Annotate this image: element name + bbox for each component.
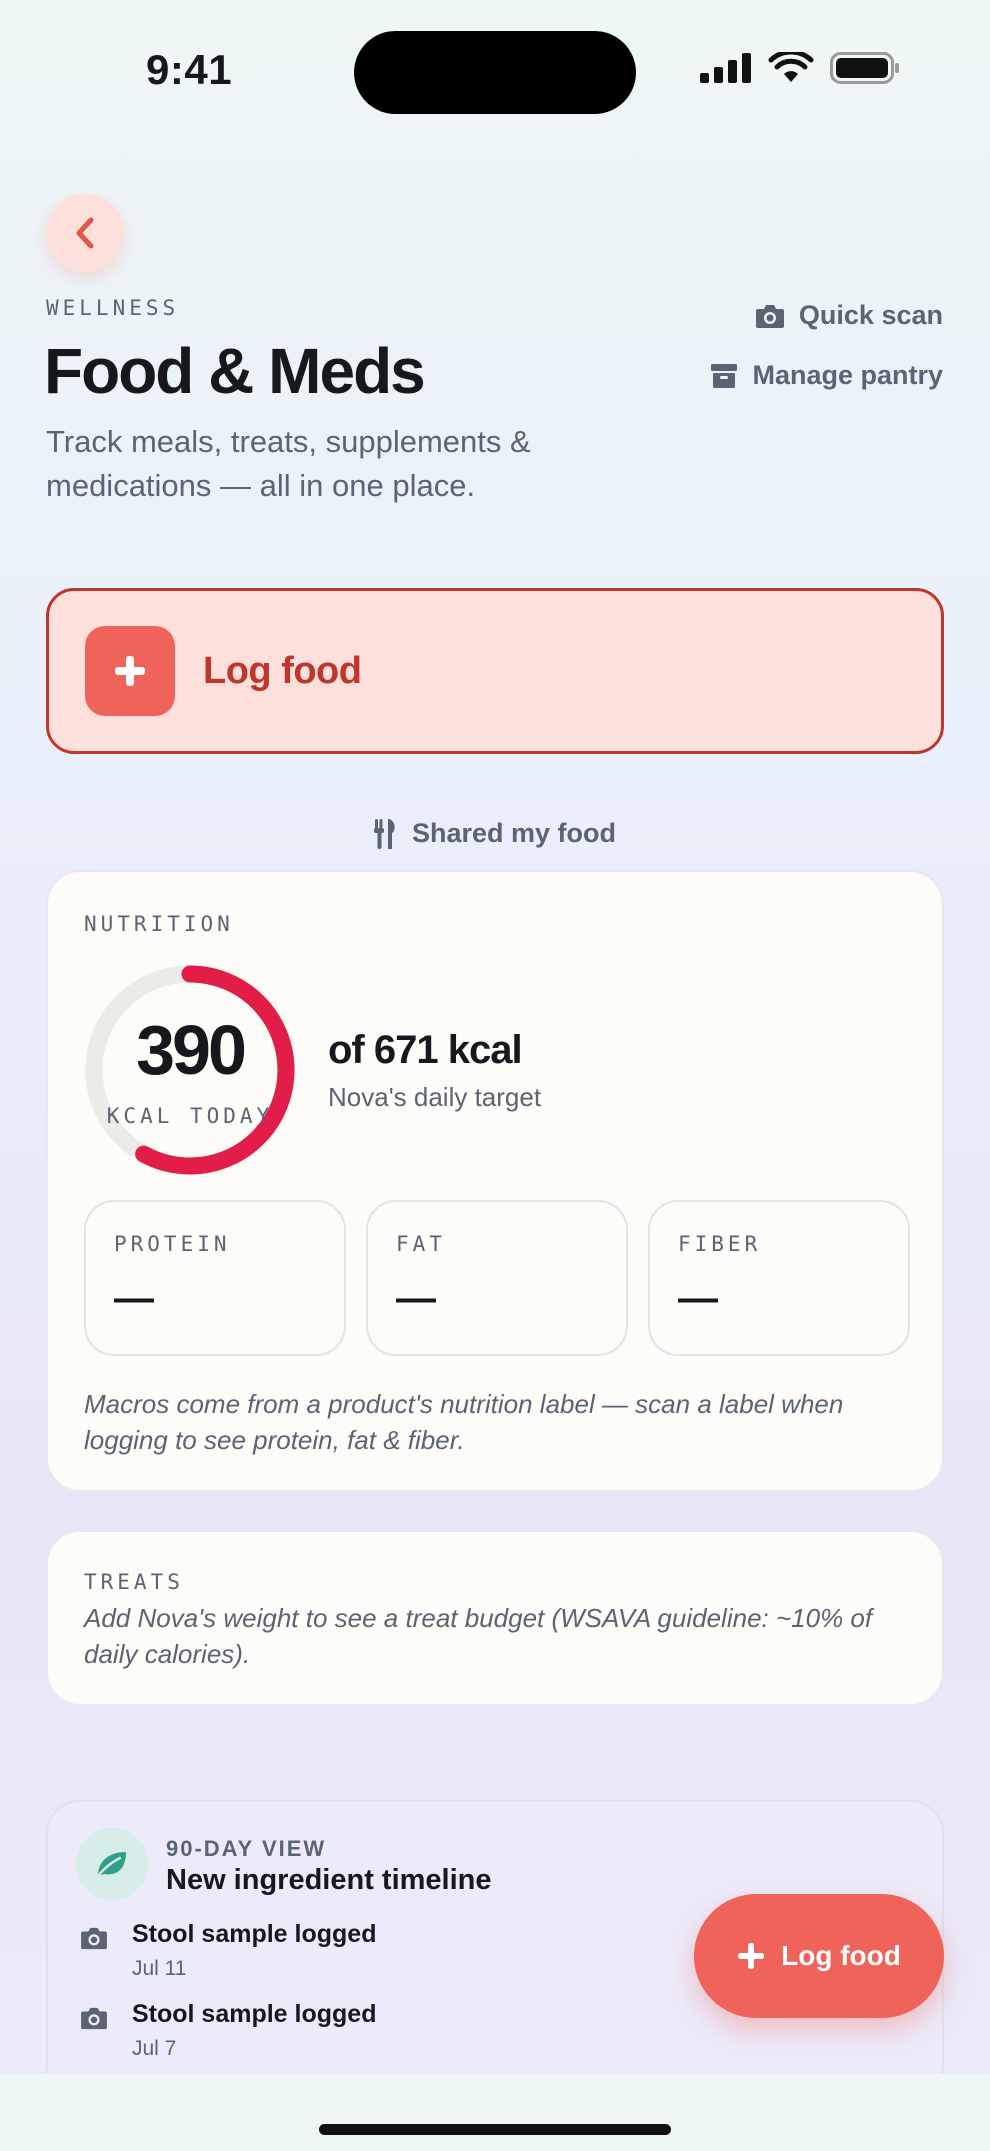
cellular-signal-icon: [700, 53, 751, 83]
camera-icon: [81, 1927, 107, 1950]
treats-eyebrow: TREATS: [84, 1570, 184, 1594]
page-subtitle: Track meals, treats, supplements & medic…: [46, 424, 531, 503]
home-indicator[interactable]: [319, 2124, 671, 2135]
wifi-icon: [768, 52, 814, 82]
log-food-fab[interactable]: Log food: [694, 1894, 944, 2018]
timeline-item-date: Jul 11: [132, 1957, 187, 1980]
macro-tile-protein: PROTEIN —: [84, 1200, 346, 1356]
home-bar: [0, 2074, 990, 2151]
macro-note: Macros come from a product's nutrition l…: [84, 1389, 844, 1455]
macro-label: FAT: [396, 1232, 446, 1256]
timeline-eyebrow: 90-DAY VIEW: [166, 1836, 327, 1861]
timeline-item[interactable]: Stool sample logged Jul 11: [80, 1920, 376, 1981]
timeline-item-title: Stool sample logged: [132, 2000, 377, 2028]
nutrition-card: NUTRITION 390 KCAL TODAY of 671 kcal Nov…: [46, 870, 944, 1492]
quick-scan-link[interactable]: Quick scan: [755, 300, 943, 331]
dynamic-island: [354, 31, 636, 114]
camera-icon: [755, 304, 784, 328]
nutrition-eyebrow: NUTRITION: [84, 912, 234, 936]
manage-pantry-label: Manage pantry: [752, 360, 943, 390]
section-eyebrow: WELLNESS: [46, 296, 180, 320]
camera-icon: [81, 2007, 107, 2030]
macro-tile-fiber: FIBER —: [648, 1200, 910, 1356]
manage-pantry-link[interactable]: Manage pantry: [710, 360, 943, 391]
kcal-target: of 671 kcal: [328, 1028, 523, 1072]
log-food-card-label: Log food: [203, 649, 362, 692]
macro-tiles: PROTEIN — FAT — FIBER —: [84, 1200, 910, 1356]
status-time: 9:41: [146, 46, 233, 93]
timeline-title: New ingredient timeline: [166, 1864, 492, 1896]
archive-box-icon: [711, 363, 738, 388]
kcal-today-label: KCAL TODAY: [106, 1104, 274, 1128]
shared-my-food-label: Shared my food: [411, 818, 617, 848]
kcal-target-sub: Nova's daily target: [328, 1082, 542, 1112]
calorie-ring: 390 KCAL TODAY: [84, 964, 296, 1176]
battery-icon: [830, 52, 899, 84]
log-food-fab-label: Log food: [781, 1940, 901, 1971]
leaf-icon: [76, 1828, 148, 1900]
plus-icon: [738, 1943, 765, 1969]
macro-tile-fat: FAT —: [366, 1200, 628, 1356]
timeline-item[interactable]: Stool sample logged Jul 7: [80, 2000, 376, 2061]
timeline-item-date: Jul 7: [132, 2037, 177, 2060]
macro-value: —: [396, 1276, 436, 1320]
macro-label: FIBER: [678, 1232, 762, 1256]
status-bar: 9:41: [0, 0, 990, 150]
status-icons: [700, 52, 900, 84]
timeline-item-title: Stool sample logged: [132, 1920, 377, 1948]
macro-value: —: [678, 1276, 718, 1320]
shared-my-food-link[interactable]: Shared my food: [0, 818, 990, 849]
macro-label: PROTEIN: [114, 1232, 231, 1256]
log-food-card[interactable]: Log food: [46, 588, 944, 754]
utensils-icon: [373, 818, 395, 849]
macro-value: —: [114, 1276, 154, 1320]
page-title: Food & Meds: [44, 335, 426, 407]
kcal-today-value: 390: [136, 1011, 247, 1089]
treats-card: TREATS Add Nova's weight to see a treat …: [46, 1530, 944, 1706]
chevron-left-icon: [76, 217, 94, 249]
quick-scan-label: Quick scan: [798, 300, 943, 330]
treats-text: Add Nova's weight to see a treat budget …: [84, 1603, 873, 1669]
back-button[interactable]: [46, 194, 124, 272]
plus-icon: [85, 626, 175, 716]
